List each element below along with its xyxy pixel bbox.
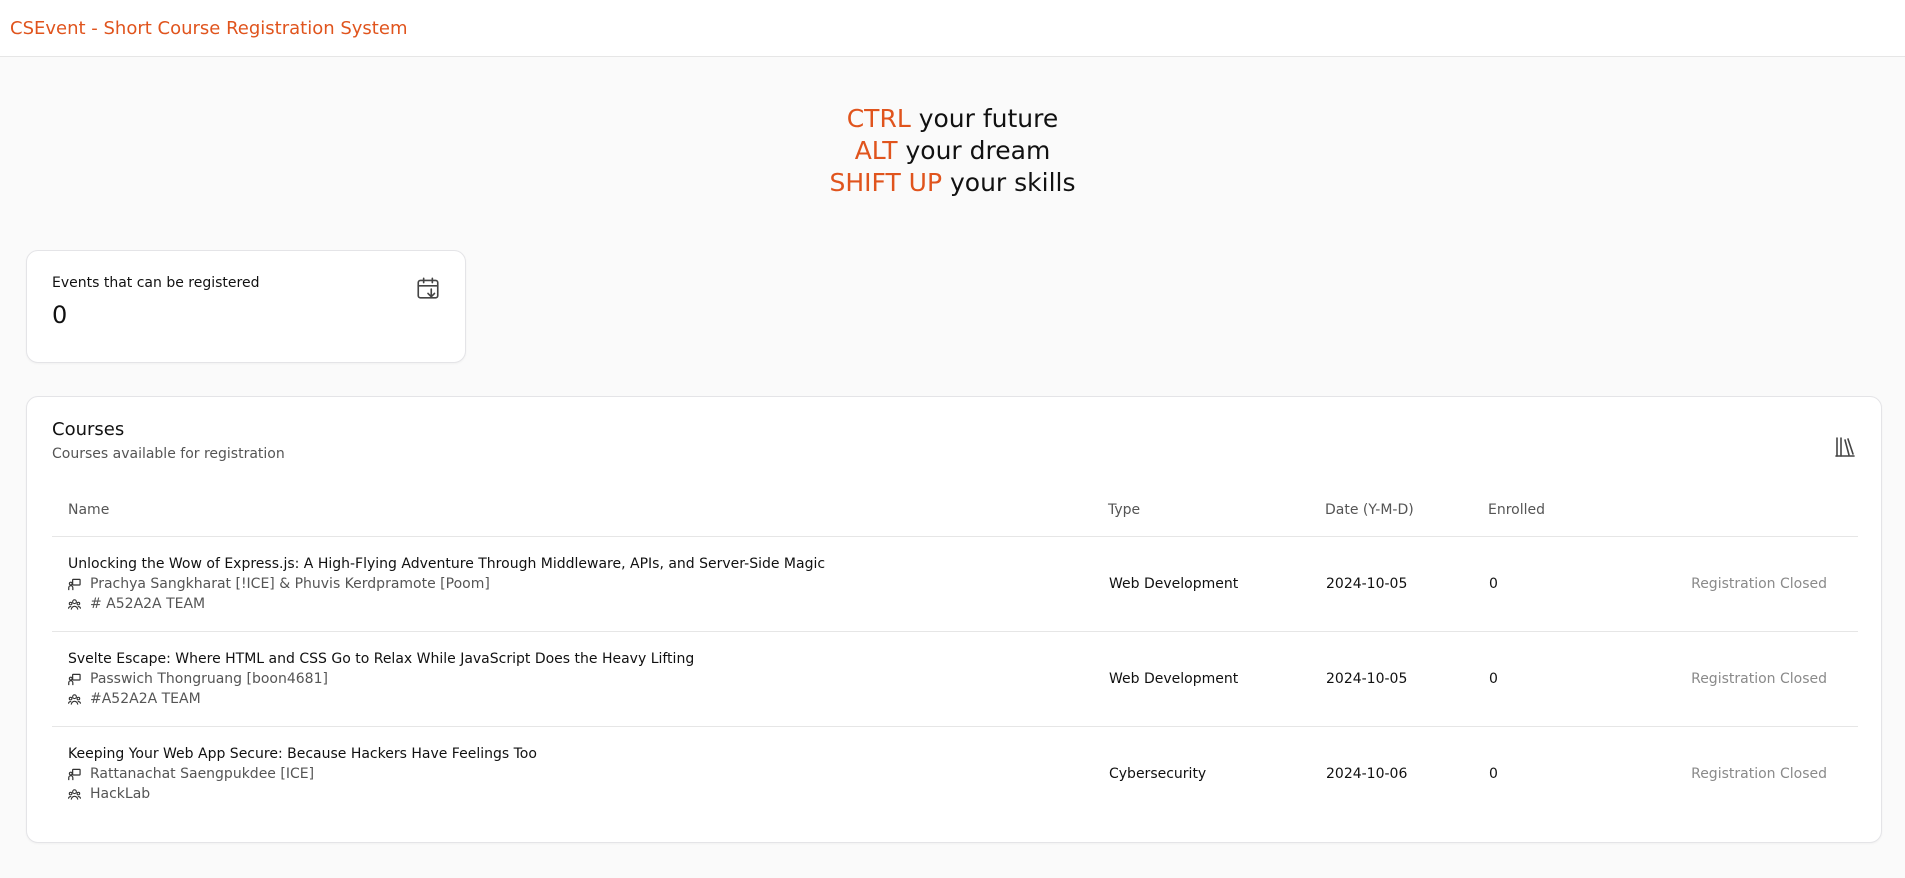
courses-title: Courses (52, 419, 125, 440)
column-header-status (1690, 500, 1858, 537)
courses-table: Name Type Date (Y-M-D) Enrolled Unlockin… (52, 500, 1858, 821)
courses-card: Courses Courses available for registrati… (26, 396, 1882, 843)
team-icon (68, 788, 81, 800)
table-row[interactable]: Unlocking the Wow of Express.js: A High-… (52, 536, 1858, 632)
hero-tagline: CTRL your future ALT your dream SHIFT UP… (0, 103, 1905, 199)
registration-status: Registration Closed (1691, 766, 1827, 782)
course-speakers: Passwich Thongruang [boon4681] (68, 669, 1107, 689)
course-type-cell: Web Development (1108, 631, 1325, 727)
presenter-icon (68, 578, 81, 590)
course-title: Svelte Escape: Where HTML and CSS Go to … (68, 651, 695, 667)
table-row[interactable]: Svelte Escape: Where HTML and CSS Go to … (52, 631, 1858, 727)
course-enrolled-cell: 0 (1489, 766, 1498, 782)
course-title: Unlocking the Wow of Express.js: A High-… (68, 556, 826, 572)
course-title: Keeping Your Web App Secure: Because Hac… (68, 746, 537, 762)
course-enrolled-cell: 0 (1488, 536, 1690, 632)
course-date-cell: 2024-10-05 (1325, 536, 1488, 632)
calendar-download-icon (417, 277, 439, 299)
course-status-cell: Registration Closed (1690, 536, 1858, 632)
tagline-text: your dream (897, 136, 1051, 165)
course-status-cell: Registration Closed (1690, 631, 1858, 727)
registration-status: Registration Closed (1691, 671, 1827, 687)
tagline-line-2: ALT your dream (0, 135, 1905, 167)
column-header-date: Date (Y-M-D) (1325, 500, 1488, 537)
course-speakers: Rattanachat Saengpukdee [ICE] (68, 764, 1107, 784)
course-name-cell: Svelte Escape: Where HTML and CSS Go to … (52, 631, 1108, 727)
presenter-icon (68, 768, 81, 780)
course-organizer: #A52A2A TEAM (68, 689, 1107, 709)
tagline-line-3: SHIFT UP your skills (0, 167, 1905, 199)
stat-label: Events that can be registered (52, 275, 260, 291)
course-name-cell: Keeping Your Web App Secure: Because Hac… (52, 727, 1108, 822)
tagline-accent: SHIFT UP (829, 168, 943, 197)
column-header-name: Name (52, 500, 1108, 537)
brand-link[interactable]: CSEvent - Short Course Registration Syst… (10, 18, 407, 39)
course-enrolled-cell: 0 (1488, 631, 1690, 727)
tagline-accent: CTRL (846, 104, 911, 133)
organizer-text: # A52A2A TEAM (90, 596, 206, 612)
registrable-events-card: Events that can be registered 0 (26, 250, 466, 363)
course-organizer: # A52A2A TEAM (68, 594, 1107, 614)
course-name-cell: Unlocking the Wow of Express.js: A High-… (52, 536, 1108, 632)
stat-value: 0 (52, 301, 68, 329)
speakers-text: Rattanachat Saengpukdee [ICE] (90, 766, 315, 782)
tagline-accent: ALT (854, 136, 898, 165)
course-type-cell: Cybersecurity (1109, 766, 1207, 782)
library-icon (1835, 437, 1855, 457)
table-header-row: Name Type Date (Y-M-D) Enrolled (52, 500, 1858, 537)
course-status-cell: Registration Closed (1690, 727, 1858, 822)
presenter-icon (68, 673, 81, 685)
courses-subtitle: Courses available for registration (52, 446, 285, 462)
course-speakers: Prachya Sangkharat [!ICE] & Phuvis Kerdp… (68, 574, 1107, 594)
column-header-enrolled: Enrolled (1488, 500, 1690, 537)
tagline-text: your future (910, 104, 1059, 133)
speakers-text: Prachya Sangkharat [!ICE] & Phuvis Kerdp… (90, 576, 490, 592)
team-icon (68, 693, 81, 705)
course-type-cell: Web Development (1108, 536, 1325, 632)
organizer-text: HackLab (90, 786, 151, 802)
course-organizer: HackLab (68, 784, 1107, 804)
table-row[interactable]: Keeping Your Web App Secure: Because Hac… (52, 727, 1858, 822)
team-icon (68, 598, 81, 610)
speakers-text: Passwich Thongruang [boon4681] (90, 671, 328, 687)
registration-status: Registration Closed (1691, 576, 1827, 592)
tagline-line-1: CTRL your future (0, 103, 1905, 135)
top-navbar: CSEvent - Short Course Registration Syst… (0, 0, 1905, 57)
course-date-cell: 2024-10-06 (1326, 766, 1408, 782)
organizer-text: #A52A2A TEAM (90, 691, 201, 707)
tagline-text: your skills (942, 168, 1076, 197)
course-date-cell: 2024-10-05 (1325, 631, 1488, 727)
column-header-type: Type (1108, 500, 1325, 537)
